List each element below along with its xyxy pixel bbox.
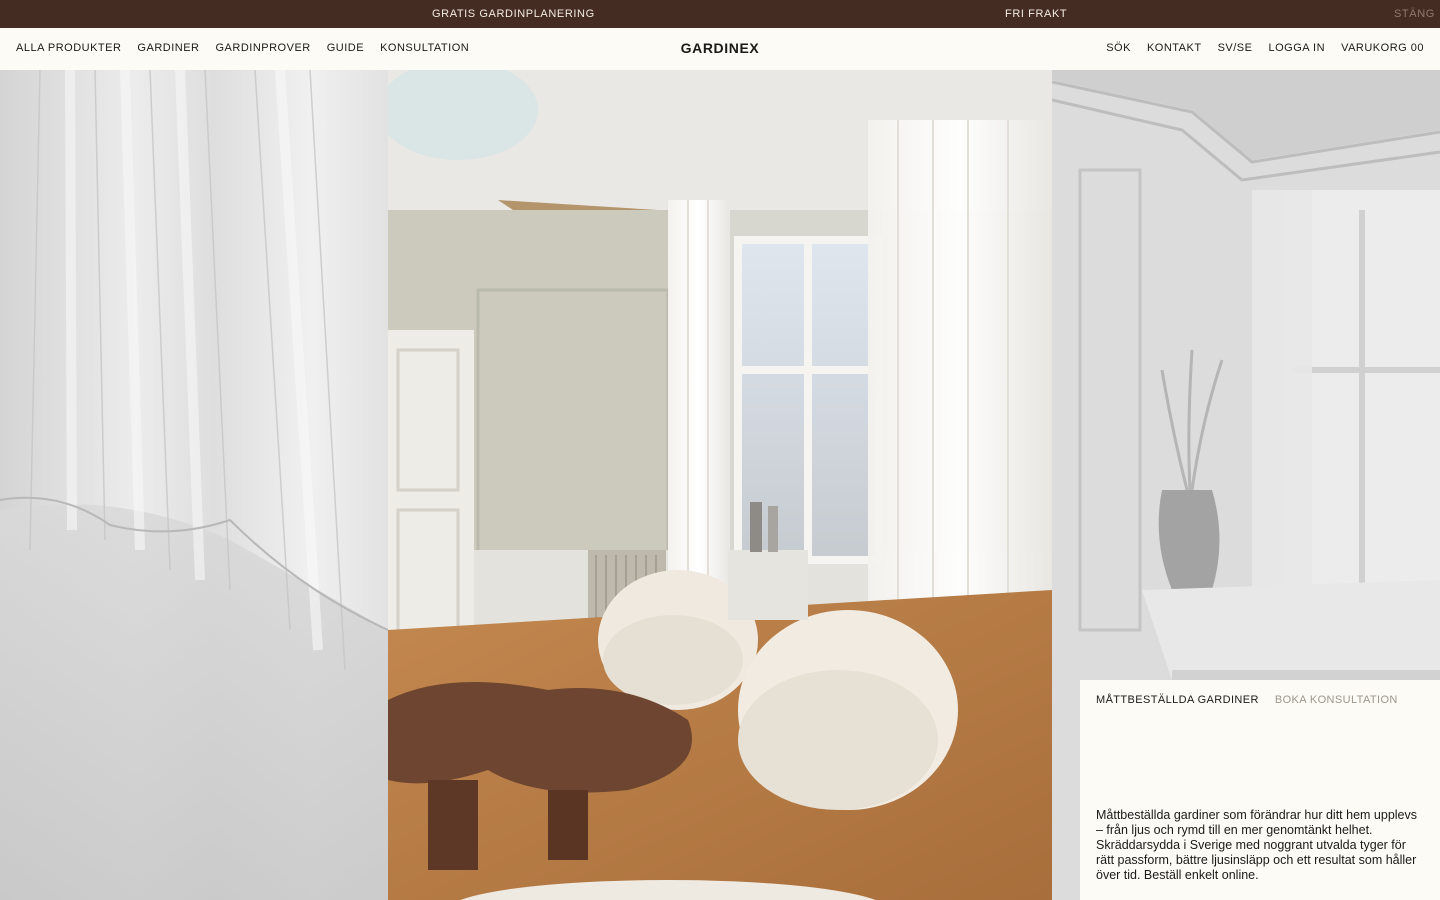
nav-login[interactable]: LOGGA IN — [1268, 42, 1325, 54]
announcement-free-shipping: FRI FRAKT — [1005, 8, 1068, 20]
living-room-with-armchairs-image — [388, 70, 1052, 900]
announcement-bar: GRATIS GARDINPLANERING FRI FRAKT STÄNG — [0, 0, 1440, 28]
sheer-curtain-closeup-image — [0, 70, 388, 900]
site-header: ALLA PRODUKTER GARDINER GARDINPROVER GUI… — [0, 28, 1440, 70]
nav-contact[interactable]: KONTAKT — [1147, 42, 1202, 54]
nav-language[interactable]: SV/SE — [1218, 42, 1253, 54]
card-tabs: MÅTTBESTÄLLDA GARDINER BOKA KONSULTATION — [1096, 694, 1398, 706]
product-info-card: MÅTTBESTÄLLDA GARDINER BOKA KONSULTATION… — [1080, 680, 1440, 900]
tab-book-consultation[interactable]: BOKA KONSULTATION — [1275, 694, 1398, 706]
nav-cart[interactable]: VARUKORG 00 — [1341, 42, 1424, 54]
utility-nav: SÖK KONTAKT SV/SE LOGGA IN VARUKORG 00 — [1106, 42, 1424, 54]
tab-made-to-measure-curtains[interactable]: MÅTTBESTÄLLDA GARDINER — [1096, 694, 1259, 706]
card-description: Måttbeställda gardiner som förändrar hur… — [1096, 808, 1417, 882]
announcement-free-planning: GRATIS GARDINPLANERING — [432, 8, 595, 20]
announcement-close-button[interactable]: STÄNG — [1394, 8, 1435, 20]
nav-search[interactable]: SÖK — [1106, 42, 1131, 54]
